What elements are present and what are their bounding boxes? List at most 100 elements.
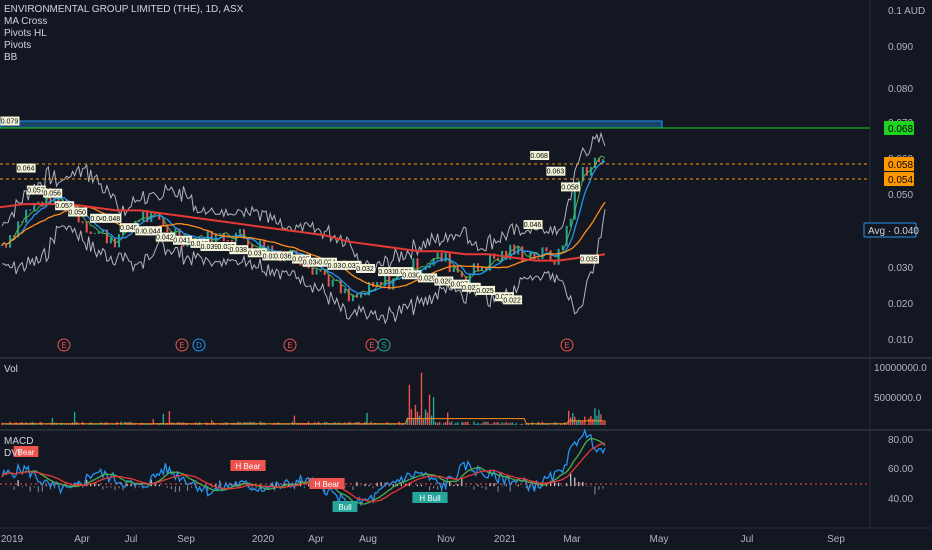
- volume-bar: [168, 411, 171, 425]
- volume-bar: [473, 421, 475, 425]
- pivot-label-text: 0.050: [68, 210, 86, 217]
- pivot-label-text: 0.057: [27, 188, 45, 195]
- macd-histogram-bar: [598, 486, 600, 490]
- dvi-pane-label[interactable]: DVI: [4, 448, 21, 459]
- pivot-label-text: 0.079: [1, 119, 19, 126]
- volume-bar: [83, 424, 86, 425]
- resistance-zone[interactable]: [0, 120, 663, 129]
- macd-histogram-bar: [509, 486, 511, 492]
- macd-histogram-bar: [37, 486, 39, 493]
- indicator-pivots-hl[interactable]: Pivots HL: [4, 28, 243, 40]
- volume-bar: [455, 423, 457, 425]
- volume-bar: [602, 421, 604, 425]
- symbol-title[interactable]: ENVIRONMENTAL GROUP LIMITED (THE), 1D, A…: [4, 4, 243, 16]
- chart-legend: ENVIRONMENTAL GROUP LIMITED (THE), 1D, A…: [4, 4, 243, 64]
- macd-histogram-bar: [517, 484, 519, 487]
- volume-bar: [561, 424, 564, 425]
- pivot-label-text: 0.038: [230, 247, 248, 254]
- volume-bar: [307, 421, 310, 425]
- volume-bar: [489, 424, 491, 425]
- macd-tick-label: 80.00: [888, 435, 913, 446]
- volume-bar: [285, 424, 288, 425]
- price-tick-label: 0.030: [888, 263, 913, 274]
- chart-canvas[interactable]: 0.0790.0640.0570.0560.0520.0500.0480.048…: [0, 0, 932, 550]
- macd-histogram-bar: [130, 484, 132, 487]
- volume-bar: [511, 422, 513, 425]
- price-tick-label: 0.020: [888, 299, 913, 310]
- volume-bar: [98, 424, 100, 425]
- volume-bar: [311, 424, 314, 425]
- volume-bar: [192, 424, 195, 425]
- volume-bar: [384, 424, 386, 425]
- volume-bar: [515, 423, 517, 425]
- volume-bar: [200, 424, 203, 425]
- volume-bar: [73, 411, 76, 425]
- price-tick-label: 0.1 AUD: [888, 6, 925, 17]
- event-marker-label: E: [287, 341, 292, 350]
- volume-bar: [420, 372, 423, 425]
- macd-signal-label-text: H Bear: [236, 462, 261, 471]
- macd-histogram-bar: [17, 480, 19, 487]
- volume-tick-label: 10000000.0: [874, 363, 927, 374]
- macd-histogram-bar: [25, 485, 27, 487]
- volume-bar: [604, 420, 606, 425]
- macd-signal-label-text: H Bear: [315, 480, 340, 489]
- pivot-label-text: 0.068: [530, 153, 548, 160]
- volume-bar: [485, 421, 487, 425]
- macd-histogram-bar: [110, 486, 112, 488]
- volume-bar: [271, 424, 273, 425]
- macd-histogram-bar: [170, 486, 173, 490]
- volume-bar: [493, 422, 495, 425]
- volume-bar: [321, 424, 324, 425]
- macd-histogram-bar: [98, 484, 100, 487]
- volume-bar: [430, 415, 433, 425]
- macd-signal-label-text: H Bull: [419, 494, 441, 503]
- volume-bar: [497, 422, 499, 425]
- volume-bar: [428, 394, 431, 425]
- volume-bar: [457, 422, 459, 425]
- macd-tick-label: 40.00: [888, 494, 913, 505]
- volume-bar: [410, 409, 413, 425]
- indicator-ma-cross[interactable]: MA Cross: [4, 16, 243, 28]
- volume-bar: [499, 423, 501, 425]
- volume-bar: [495, 422, 497, 425]
- indicator-pivots[interactable]: Pivots: [4, 40, 243, 52]
- volume-bar: [596, 415, 598, 425]
- volume-tick-label: 5000000.0: [874, 393, 922, 404]
- volume-bar: [269, 424, 271, 425]
- volume-bar: [519, 424, 521, 425]
- event-marker-label: D: [196, 341, 202, 350]
- time-tick-label: May: [650, 534, 669, 545]
- macd-histogram-bar: [211, 486, 213, 488]
- price-badge-text: 0.054: [888, 175, 913, 186]
- pivot-label-text: 0.046: [524, 222, 542, 229]
- time-tick-label: Jul: [741, 534, 754, 545]
- macd-histogram-bar: [505, 485, 507, 487]
- pivot-label-text: 0.058: [561, 184, 579, 191]
- macd-histogram-bar: [477, 484, 479, 487]
- macd-histogram-bar: [90, 484, 92, 487]
- macd-histogram-bar: [33, 486, 35, 488]
- time-tick-label: Sep: [827, 534, 845, 545]
- macd-histogram-bar: [138, 486, 140, 488]
- macd-signal-label-text: Bull: [338, 503, 352, 512]
- price-tick-label: 0.080: [888, 84, 913, 95]
- pivot-label-text: 0.056: [43, 191, 61, 198]
- volume-bar: [424, 409, 427, 425]
- volume-pane-label[interactable]: Vol: [4, 364, 18, 375]
- pivot-label-text: 0.063: [547, 169, 565, 176]
- price-badge-text: Avg · 0.040: [868, 226, 919, 237]
- event-marker-label: E: [564, 341, 569, 350]
- macd-histogram-bar: [118, 486, 120, 489]
- time-tick-label: Aug: [359, 534, 377, 545]
- volume-bar: [451, 421, 453, 425]
- macd-pane-label[interactable]: MACD: [4, 436, 33, 447]
- macd-axis[interactable]: 80.00 60.00 40.00: [888, 435, 913, 505]
- macd-histogram-bar: [114, 486, 116, 491]
- time-tick-label: Jul: [125, 534, 138, 545]
- volume-bar: [96, 424, 98, 425]
- pivot-label-text: 0.022: [503, 297, 521, 304]
- volume-bar: [598, 409, 600, 425]
- indicator-bb[interactable]: BB: [4, 52, 243, 64]
- volume-bar: [501, 422, 503, 425]
